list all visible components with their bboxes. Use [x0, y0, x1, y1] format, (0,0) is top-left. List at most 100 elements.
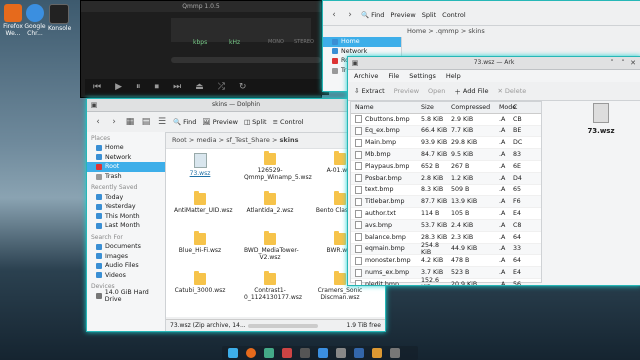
table-row[interactable]: Mb.bmp 84.7 KiB 9.5 KiB .A 83: [351, 149, 541, 161]
zoom-slider[interactable]: [248, 324, 318, 328]
preview-button[interactable]: Preview: [390, 11, 415, 19]
file-item[interactable]: 73.wsz: [174, 153, 226, 177]
ark-app-icon[interactable]: ▣: [351, 59, 359, 67]
terminal-icon[interactable]: [300, 348, 310, 358]
breadcrumb-skins[interactable]: skins: [280, 136, 299, 144]
compact-view-icon[interactable]: ▤: [141, 117, 151, 127]
table-row[interactable]: author.txt 114 B 105 B .A E4: [351, 208, 541, 220]
files-icon[interactable]: [354, 348, 364, 358]
split-button[interactable]: ◫ Split: [244, 118, 267, 126]
menu-file[interactable]: File: [388, 70, 399, 82]
places-item-root[interactable]: Root: [87, 162, 165, 172]
file-item[interactable]: Atlantida_2.wsz: [244, 191, 296, 214]
table-row[interactable]: Eq_ex.bmp 66.4 KiB 7.7 KiB .A BE: [351, 125, 541, 138]
column-compressed[interactable]: Compressed: [451, 104, 499, 111]
table-row[interactable]: text.bmp 8.3 KiB 509 B .A 65: [351, 185, 541, 197]
breadcrumb-share[interactable]: sf_Test_Share: [226, 136, 270, 144]
icon-view-icon[interactable]: ▦: [125, 117, 135, 127]
table-row[interactable]: avs.bmp 53.7 KiB 2.4 KiB .A C8: [351, 219, 541, 232]
desktop-icon-konsole[interactable]: Konsole: [48, 4, 71, 32]
extract-button[interactable]: ⇩ Extract: [354, 87, 385, 95]
app-launcher-icon[interactable]: [228, 348, 238, 358]
places-item-network[interactable]: Network: [87, 153, 165, 163]
recent-item-yesterday[interactable]: Yesterday: [87, 202, 165, 212]
stop-icon[interactable]: ⏹: [155, 82, 160, 92]
file-item[interactable]: Catubi_3000.wsz: [174, 271, 226, 294]
eject-icon[interactable]: ⏏: [195, 82, 204, 92]
column-crc[interactable]: C: [513, 104, 517, 111]
device-item-hard-drive[interactable]: 14.0 GiB Hard Drive: [87, 289, 165, 303]
search-item-images[interactable]: Images: [87, 251, 165, 261]
breadcrumb-media[interactable]: media: [196, 136, 216, 144]
open-button[interactable]: Open: [428, 87, 445, 95]
preview-button[interactable]: 🖼 Preview: [202, 118, 238, 126]
pause-icon[interactable]: ⏸: [136, 82, 141, 92]
find-button[interactable]: 🔍 Find: [361, 11, 384, 19]
column-name[interactable]: Name: [351, 104, 421, 111]
column-mode[interactable]: Mode: [499, 104, 516, 111]
repeat-icon[interactable]: ↻: [239, 82, 247, 92]
table-row[interactable]: Main.bmp 93.9 KiB 29.8 KiB .A DC: [351, 137, 541, 150]
search-item-videos[interactable]: Videos: [87, 271, 165, 281]
search-item-documents[interactable]: Documents: [87, 242, 165, 252]
file-item[interactable]: BWD_MediaTower-V2.wsz: [244, 231, 299, 261]
shuffle-icon[interactable]: ⤮: [218, 82, 225, 92]
recent-item-last-month[interactable]: Last Month: [87, 221, 165, 231]
table-row[interactable]: pledit.bmp 152.6 KiB 20.9 KiB .A 56: [351, 277, 541, 285]
places-item-trash[interactable]: Trash: [87, 172, 165, 182]
recent-item-this-month[interactable]: This Month: [87, 212, 165, 222]
firefox-icon[interactable]: [246, 348, 256, 358]
previous-icon[interactable]: ⏮: [93, 82, 101, 92]
search-item-audio[interactable]: Audio Files: [87, 261, 165, 271]
add-file-button[interactable]: ＋ Add File: [454, 86, 488, 96]
places-item-home[interactable]: Home: [87, 143, 165, 153]
window-menu-icon[interactable]: ▣: [90, 101, 98, 109]
desktop-icon-firefox[interactable]: Firefox We...: [2, 4, 24, 37]
chrome-icon: [26, 4, 44, 22]
recent-item-label: This Month: [105, 212, 140, 220]
places-item-network[interactable]: Network: [323, 47, 401, 57]
maximize-icon[interactable]: ˄: [619, 59, 627, 67]
back-icon[interactable]: ‹: [329, 10, 339, 20]
settings-icon[interactable]: [336, 348, 346, 358]
file-item[interactable]: 126529-Qmmp_Winamp_5.wsz: [244, 151, 312, 181]
places-item-home[interactable]: Home: [323, 37, 401, 47]
recent-item-today[interactable]: Today: [87, 192, 165, 202]
menu-help[interactable]: Help: [446, 70, 461, 82]
file-item[interactable]: Blue_Hi-Fi.wsz: [174, 231, 226, 254]
control-button[interactable]: ≡ Control: [273, 118, 304, 126]
chrome-icon[interactable]: [318, 348, 328, 358]
close-icon[interactable]: ✕: [629, 59, 637, 67]
details-view-icon[interactable]: ☰: [157, 117, 167, 127]
find-button[interactable]: 🔍 Find: [173, 118, 196, 126]
table-row[interactable]: Playpaus.bmp 652 B 267 B .A 6E: [351, 161, 541, 173]
dolphin-icon[interactable]: [264, 348, 274, 358]
next-icon[interactable]: ⏭: [173, 82, 181, 92]
file-item[interactable]: AntiMatter_UID.wsz: [174, 191, 233, 214]
preview-button[interactable]: Preview: [394, 87, 419, 95]
table-row[interactable]: Titlebar.bmp 87.7 KiB 13.9 KiB .A F6: [351, 196, 541, 209]
delete-button[interactable]: ✕ Delete: [497, 87, 526, 95]
table-row[interactable]: monoster.bmp 4.2 KiB 478 B .A 64: [351, 255, 541, 268]
table-row[interactable]: Posbar.bmp 2.8 KiB 1.2 KiB .A D4: [351, 172, 541, 185]
breadcrumb-root[interactable]: Root: [172, 136, 187, 144]
trash-icon[interactable]: [390, 348, 400, 358]
back-icon[interactable]: ‹: [93, 117, 103, 127]
control-button[interactable]: Control: [442, 11, 466, 19]
media-icon[interactable]: [282, 348, 292, 358]
column-size[interactable]: Size: [421, 104, 451, 111]
play-icon[interactable]: ▶: [115, 82, 122, 92]
menu-settings[interactable]: Settings: [409, 70, 436, 82]
table-row[interactable]: eqmain.bmp 254.8 KiB 44.9 KiB .A 33: [351, 242, 541, 256]
seek-bar[interactable]: [171, 57, 321, 63]
archive-icon[interactable]: [372, 348, 382, 358]
menu-archive[interactable]: Archive: [354, 70, 378, 82]
desktop-icon-chrome[interactable]: Google Chr...: [24, 4, 46, 37]
minimize-icon[interactable]: ˅: [608, 59, 616, 67]
split-button[interactable]: Split: [422, 11, 436, 19]
breadcrumb[interactable]: Home > .qmmp > skins: [407, 27, 485, 35]
table-row[interactable]: Cbuttons.bmp 5.8 KiB 2.9 KiB .A CB: [351, 114, 541, 126]
forward-icon[interactable]: ›: [109, 117, 119, 127]
file-item[interactable]: Contrast1-0_1124130177.wsz: [244, 271, 302, 301]
forward-icon[interactable]: ›: [345, 10, 355, 20]
